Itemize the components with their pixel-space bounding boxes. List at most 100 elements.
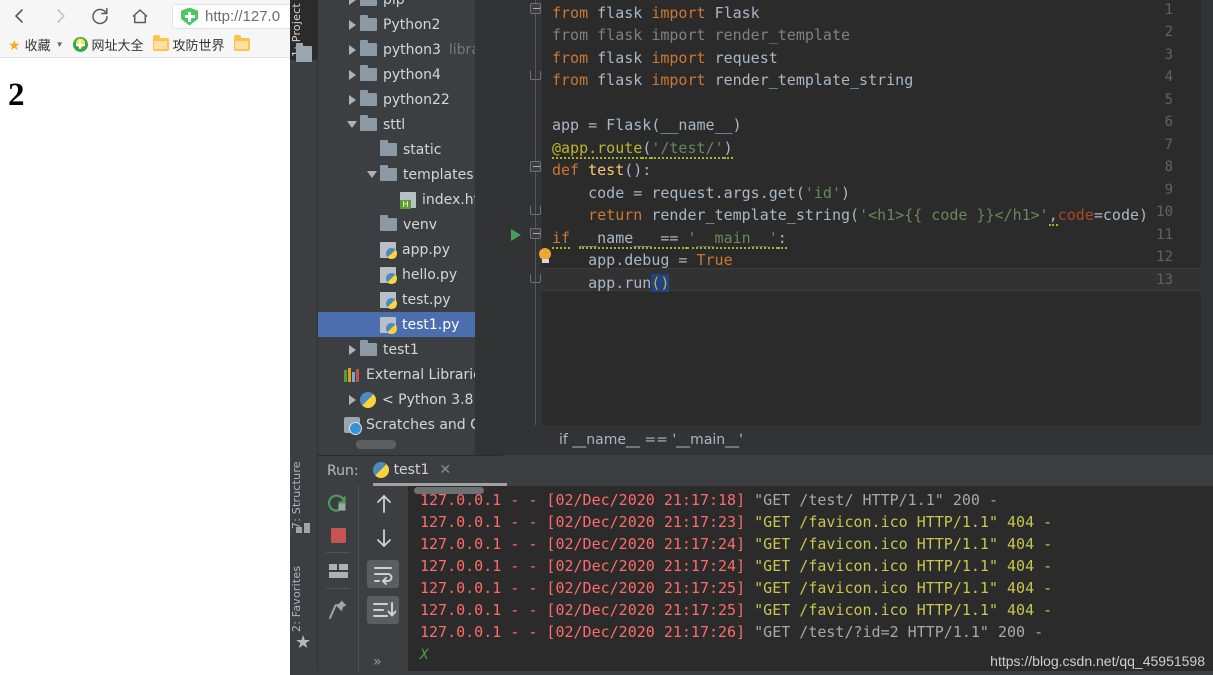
tree-item-label: venv [403,216,438,233]
tree-item-label: index.ht [422,191,480,208]
watermark: https://blog.csdn.net/qq_45951598 [990,653,1205,669]
folder-icon [152,35,169,51]
chevron-down-icon[interactable] [344,121,360,128]
pin-button[interactable] [328,598,348,620]
more-options-button[interactable]: » [373,654,382,670]
fold-end-icon[interactable] [530,206,541,215]
folder-icon [360,40,377,56]
folder-icon [296,43,312,62]
tree-item-label: test1 [383,341,419,358]
tool-tab-favorites[interactable]: 2: Favorites [290,560,318,638]
fold-end-icon[interactable] [530,71,541,80]
code-line: from flask import Flask [552,4,760,22]
console-horizontal-scrollbar[interactable] [414,487,484,494]
code-editor[interactable]: 1 2 3 4 5 6 7 8 9 10 11 12 13 from flask [475,0,1213,425]
home-button[interactable] [120,0,160,32]
browser-toolbar: http://127.0 [0,0,300,32]
layout-button[interactable] [329,564,348,579]
editor-marker-stripe[interactable] [1201,0,1213,425]
reload-button[interactable] [80,0,120,32]
html-file-icon [400,191,416,209]
code-line: from flask import render_template [552,26,851,44]
python-file-icon [380,316,397,334]
tree-item-label: python4 [383,66,441,83]
code-line: def test(): [552,161,652,179]
bookmark-folder-4[interactable] [233,35,250,51]
chevron-right-icon[interactable] [344,94,360,105]
scroll-down-button[interactable] [373,526,401,554]
console-line-request: "GET /test/ HTTP/1.1" 200 - [754,491,998,509]
console-line: 127.0.0.1 - - [02/Dec/2020 21:17:24] "GE… [420,557,1213,579]
scroll-up-button[interactable] [373,492,401,520]
python-logo-icon [360,391,376,408]
code-line: app.run() [552,274,670,292]
stop-button[interactable] [331,528,346,543]
ide-status-bar [290,671,1213,675]
soft-wrap-button[interactable] [367,560,399,588]
chevron-right-icon[interactable] [344,344,360,355]
chevron-right-icon[interactable] [344,44,360,55]
bookmark-ctf-world[interactable]: 攻防世界 [152,35,225,54]
console-line: 127.0.0.1 - - [02/Dec/2020 21:17:25] "GE… [420,601,1213,623]
console-line-addr: 127.0.0.1 - - [02/Dec/2020 21:17:24] [420,535,755,553]
folder-icon [360,15,377,31]
run-gutter-icon[interactable] [511,229,521,241]
chevron-right-icon[interactable] [344,0,360,5]
fold-toggle-icon[interactable] [530,228,541,239]
console-line-addr: 127.0.0.1 - - [02/Dec/2020 21:17:26] [420,623,755,641]
bookmark-site-directory[interactable]: 网址大全 [72,35,144,54]
code-line: from flask import render_template_string [552,71,914,89]
folder-icon [380,140,397,156]
fold-toggle-icon[interactable] [530,3,541,14]
console-line-request: "GET /favicon.ico HTTP/1.1" 404 - [754,601,1053,619]
toolbar-divider [326,588,350,589]
star-icon: ★ [8,36,21,53]
forward-button[interactable] [40,0,80,32]
folder-icon [360,90,377,106]
bookmark-favorites[interactable]: ★ 收藏 ▼ [8,35,64,54]
star-icon: ★ [295,632,312,653]
code-line: @app.route('/test/') [552,139,733,159]
fold-toggle-icon[interactable] [530,161,541,172]
run-console[interactable]: 127.0.0.1 - - [02/Dec/2020 21:17:18] "GE… [408,486,1213,675]
chevron-right-icon[interactable] [344,69,360,80]
scratches-icon [344,416,362,435]
bookmark-label: 收藏 [24,38,51,53]
rerun-button[interactable] [325,492,353,520]
chevron-right-icon[interactable] [344,394,360,405]
tree-item-label: test.py [402,291,451,308]
run-tab-test1[interactable]: test1 ✕ [372,462,507,486]
shield-icon [181,7,198,26]
tree-item-label: templates [403,166,474,183]
code-line: from flask import request [552,49,778,67]
run-toolbar-mid: » [358,486,408,675]
back-button[interactable] [0,0,40,32]
editor-text-area[interactable]: from flask import Flask from flask impor… [542,0,1213,425]
console-line-request: "GET /favicon.ico HTTP/1.1" 404 - [754,557,1053,575]
tree-item-label: Scratches and Co [366,416,489,433]
console-line-addr: 127.0.0.1 - - [02/Dec/2020 21:17:23] [420,513,755,531]
tree-horizontal-scrollbar[interactable] [356,440,396,449]
chevron-down-icon[interactable] [364,171,380,178]
fold-end-icon[interactable] [530,274,541,283]
libraries-icon [344,367,360,382]
console-line: 127.0.0.1 - - [02/Dec/2020 21:17:25] "GE… [420,579,1213,601]
address-bar[interactable]: http://127.0 [172,4,300,29]
browser-window: http://127.0 ★ 收藏 ▼ 网址大全 攻防世界 2 [0,0,300,675]
toolbar-divider [326,552,350,553]
address-bar-url: http://127.0 [205,8,281,25]
bookmark-label: 网址大全 [91,38,144,53]
tree-item-label: pip [383,0,405,8]
close-icon[interactable]: ✕ [439,462,451,478]
code-line: return render_template_string('<h1>{{ co… [588,206,1149,226]
screenshot-root: http://127.0 ★ 收藏 ▼ 网址大全 攻防世界 2 1: Proje… [0,0,1213,675]
console-line-request: "GET /favicon.ico HTTP/1.1" 404 - [754,535,1053,553]
tool-window-strip: 1: Project 7: Structure 2: Favorites ★ [290,0,318,675]
bookmark-label: 攻防世界 [172,38,225,53]
chevron-right-icon[interactable] [344,19,360,30]
bookmarks-bar: ★ 收藏 ▼ 网址大全 攻防世界 [0,32,300,58]
scroll-to-end-button[interactable] [367,596,399,624]
code-line: app = Flask(__name__) [552,116,742,134]
folder-icon [360,340,377,356]
tree-item-label: hello.py [402,266,458,283]
